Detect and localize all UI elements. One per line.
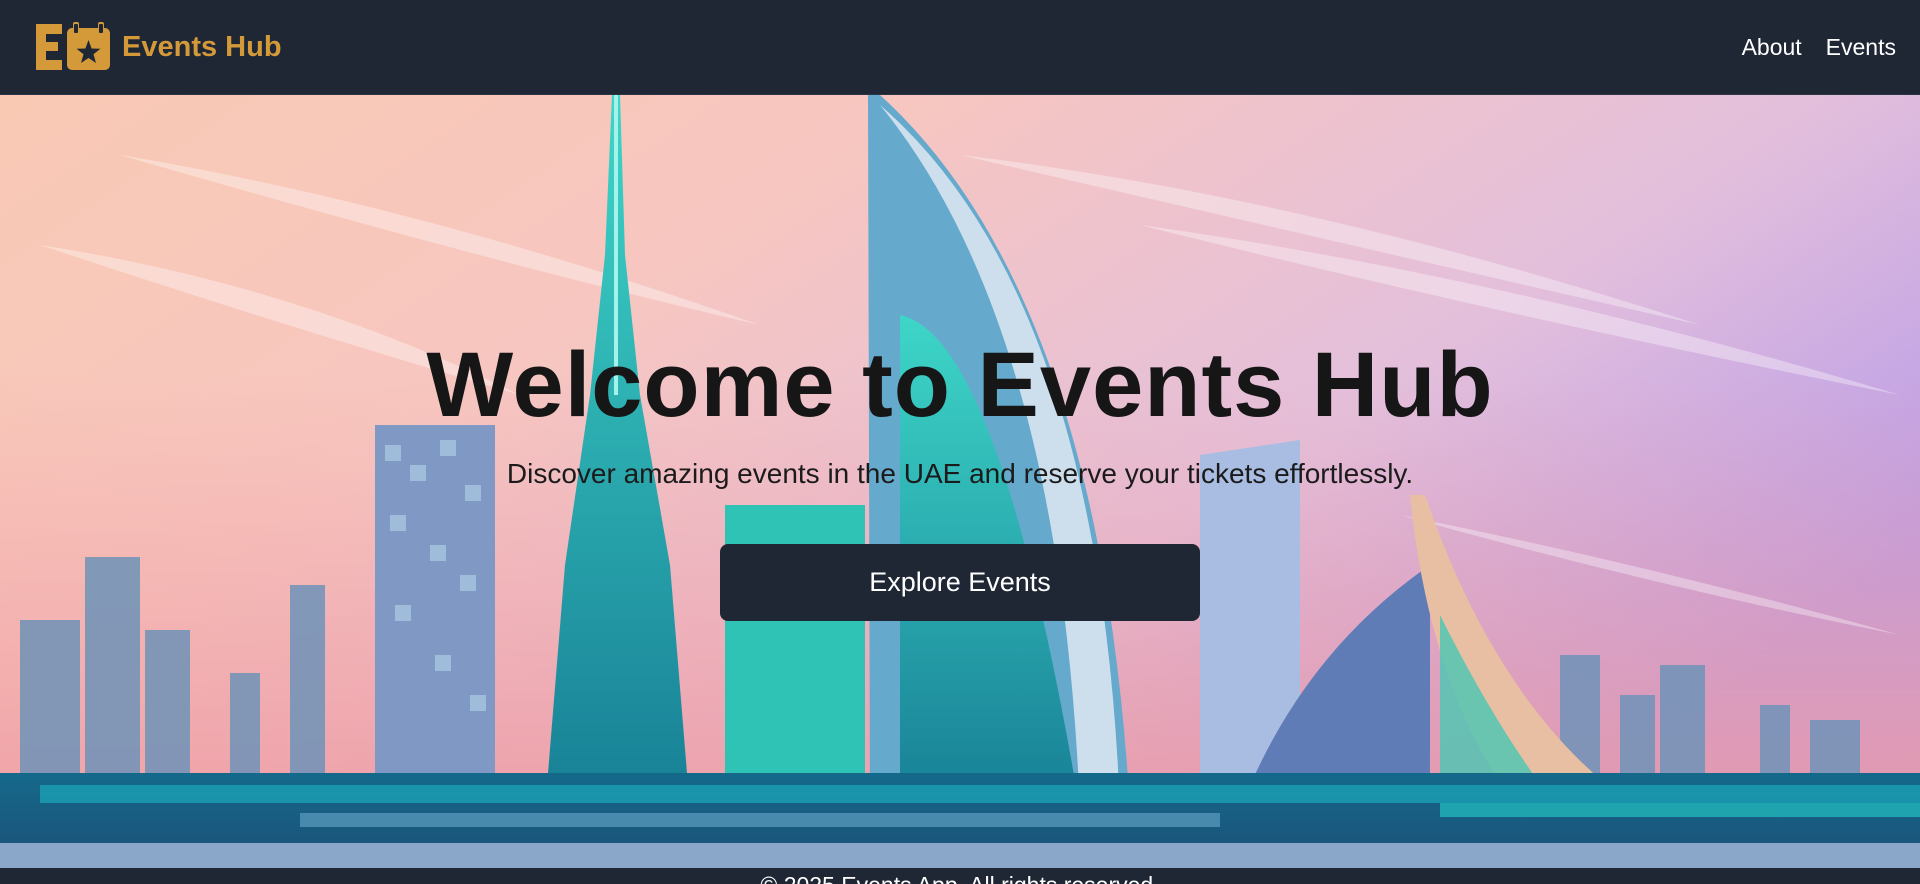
brand-link[interactable]: Events Hub (36, 22, 282, 72)
nav-link-about[interactable]: About (1742, 34, 1802, 61)
events-hub-logo-icon (36, 22, 110, 70)
nav-link-events[interactable]: Events (1826, 34, 1896, 61)
navbar: Events Hub About Events (0, 0, 1920, 95)
footer: © 2025 Events App. All rights reserved. (0, 868, 1920, 884)
brand-name: Events Hub (122, 30, 282, 63)
hero-subtitle: Discover amazing events in the UAE and r… (506, 458, 1414, 490)
footer-copyright: © 2025 Events App. All rights reserved. (0, 874, 1920, 884)
main-nav: About Events (1742, 34, 1896, 61)
hero-section: Welcome to Events Hub Discover amazing e… (0, 95, 1920, 868)
explore-events-button[interactable]: Explore Events (720, 544, 1200, 622)
hero-title: Welcome to Events Hub (426, 334, 1494, 436)
hero-content: Welcome to Events Hub Discover amazing e… (0, 334, 1920, 622)
